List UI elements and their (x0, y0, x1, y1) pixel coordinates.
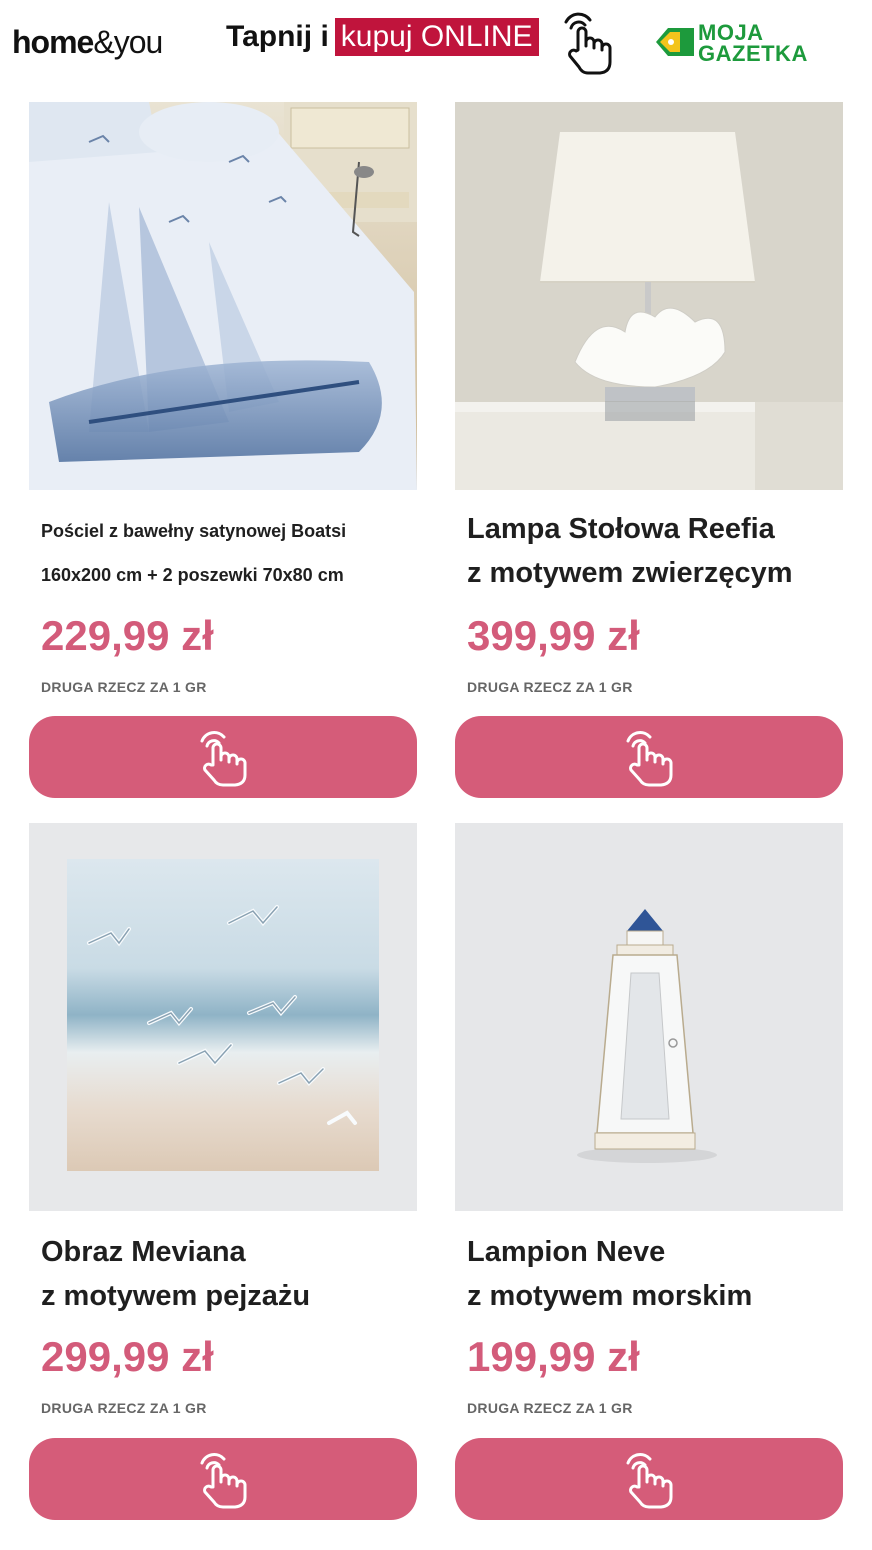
tap-hand-icon (626, 1453, 673, 1509)
product-title: Obraz Meviana z motywem pejzażu (41, 1230, 411, 1318)
tap-hand-icon (564, 12, 612, 75)
tap-hand-icon (626, 731, 673, 787)
product-title: Lampion Neve z motywem morskim (467, 1230, 837, 1318)
product-image-bedding[interactable] (29, 102, 417, 490)
gazetka-line-1: MOJA (698, 20, 764, 45)
product-title-line-2: 160x200 cm + 2 poszewki 70x80 cm (41, 565, 344, 585)
cta-prefix: Tapnij i (226, 20, 329, 53)
home-and-you-logo[interactable]: home&you (12, 24, 163, 61)
moja-gazetka-logo[interactable]: MOJA GAZETKA (654, 20, 834, 70)
product-title: Lampa Stołowa Reefia z motywem zwierzęcy… (467, 507, 837, 595)
buy-online-button[interactable] (29, 1438, 417, 1520)
product-title-line-1: Lampion Neve (467, 1236, 666, 1268)
product-title-line-1: Obraz Meviana (41, 1236, 246, 1268)
cta-highlight: kupuj ONLINE (334, 18, 539, 56)
brand-home: home (12, 24, 94, 60)
promo-label: DRUGA RZECZ ZA 1 GR (467, 1400, 633, 1416)
gazetka-wordmark: MOJA GAZETKA (698, 20, 808, 66)
promo-label: DRUGA RZECZ ZA 1 GR (41, 679, 207, 695)
product-image-lantern[interactable] (455, 823, 843, 1211)
product-price: 199,99 zł (467, 1333, 640, 1380)
tap-hand-icon (200, 1453, 247, 1509)
promo-label: DRUGA RZECZ ZA 1 GR (41, 1400, 207, 1416)
tap-to-buy-banner[interactable]: Tapnij i kupuj ONLINE (226, 18, 539, 56)
product-image-lamp[interactable] (455, 102, 843, 490)
product-title: Pościel z bawełny satynowej Boatsi 160x2… (41, 509, 411, 597)
product-price: 229,99 zł (41, 612, 214, 659)
product-title-line-2: z motywem pejzażu (41, 1280, 311, 1312)
buy-online-button[interactable] (455, 1438, 843, 1520)
product-title-line-1: Pościel z bawełny satynowej Boatsi (41, 521, 347, 541)
product-title-line-1: Lampa Stołowa Reefia (467, 513, 775, 545)
product-title-line-2: z motywem morskim (467, 1280, 753, 1312)
price-tag-icon (656, 28, 694, 56)
gazetka-line-2: GAZETKA (698, 41, 808, 66)
product-title-line-2: z motywem zwierzęcym (467, 557, 793, 589)
buy-online-button[interactable] (29, 716, 417, 798)
product-price: 299,99 zł (41, 1333, 214, 1380)
product-price: 399,99 zł (467, 612, 640, 659)
product-image-painting[interactable] (29, 823, 417, 1211)
tap-hand-icon (200, 731, 247, 787)
buy-online-button[interactable] (455, 716, 843, 798)
brand-and-you: &you (93, 24, 163, 60)
header: home&you Tapnij i kupuj ONLINE MOJA GAZE… (0, 0, 872, 90)
promo-label: DRUGA RZECZ ZA 1 GR (467, 679, 633, 695)
